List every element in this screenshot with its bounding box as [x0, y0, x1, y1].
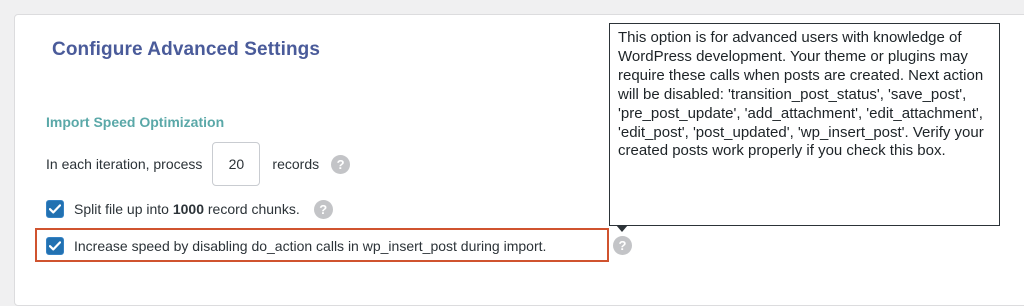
iteration-suffix-label: records — [272, 156, 320, 172]
tooltip-text: This option is for advanced users with k… — [618, 29, 984, 160]
split-file-prefix: Split file up into — [74, 201, 169, 217]
disable-do-action-label: Increase speed by disabling do_action ca… — [74, 238, 547, 254]
help-tooltip: This option is for advanced users with k… — [609, 23, 1000, 226]
tooltip-arrow — [616, 225, 628, 232]
records-per-iteration-input[interactable] — [212, 142, 261, 186]
question-mark-circle-icon[interactable]: ? — [613, 236, 632, 255]
iteration-prefix-label: In each iteration, process — [46, 156, 203, 172]
question-mark-circle-icon[interactable]: ? — [331, 154, 351, 174]
disable-do-action-checkbox[interactable] — [46, 237, 64, 255]
page-title: Configure Advanced Settings — [52, 39, 321, 60]
split-file-suffix: record chunks. — [207, 201, 300, 217]
disable-actions-row: Increase speed by disabling do_action ca… — [46, 233, 546, 259]
section-heading-import-speed: Import Speed Optimization — [46, 114, 225, 130]
split-file-count: 1000 — [172, 201, 204, 217]
checkmark-icon — [49, 241, 61, 251]
question-mark-circle-icon[interactable]: ? — [313, 199, 333, 219]
checkmark-icon — [49, 204, 61, 214]
iteration-records-row: In each iteration, process records ? — [46, 140, 351, 188]
split-file-label: Split file up into 1000 record chunks. — [74, 201, 300, 217]
split-file-row: Split file up into 1000 record chunks. ? — [46, 196, 333, 222]
split-file-checkbox[interactable] — [46, 200, 64, 218]
